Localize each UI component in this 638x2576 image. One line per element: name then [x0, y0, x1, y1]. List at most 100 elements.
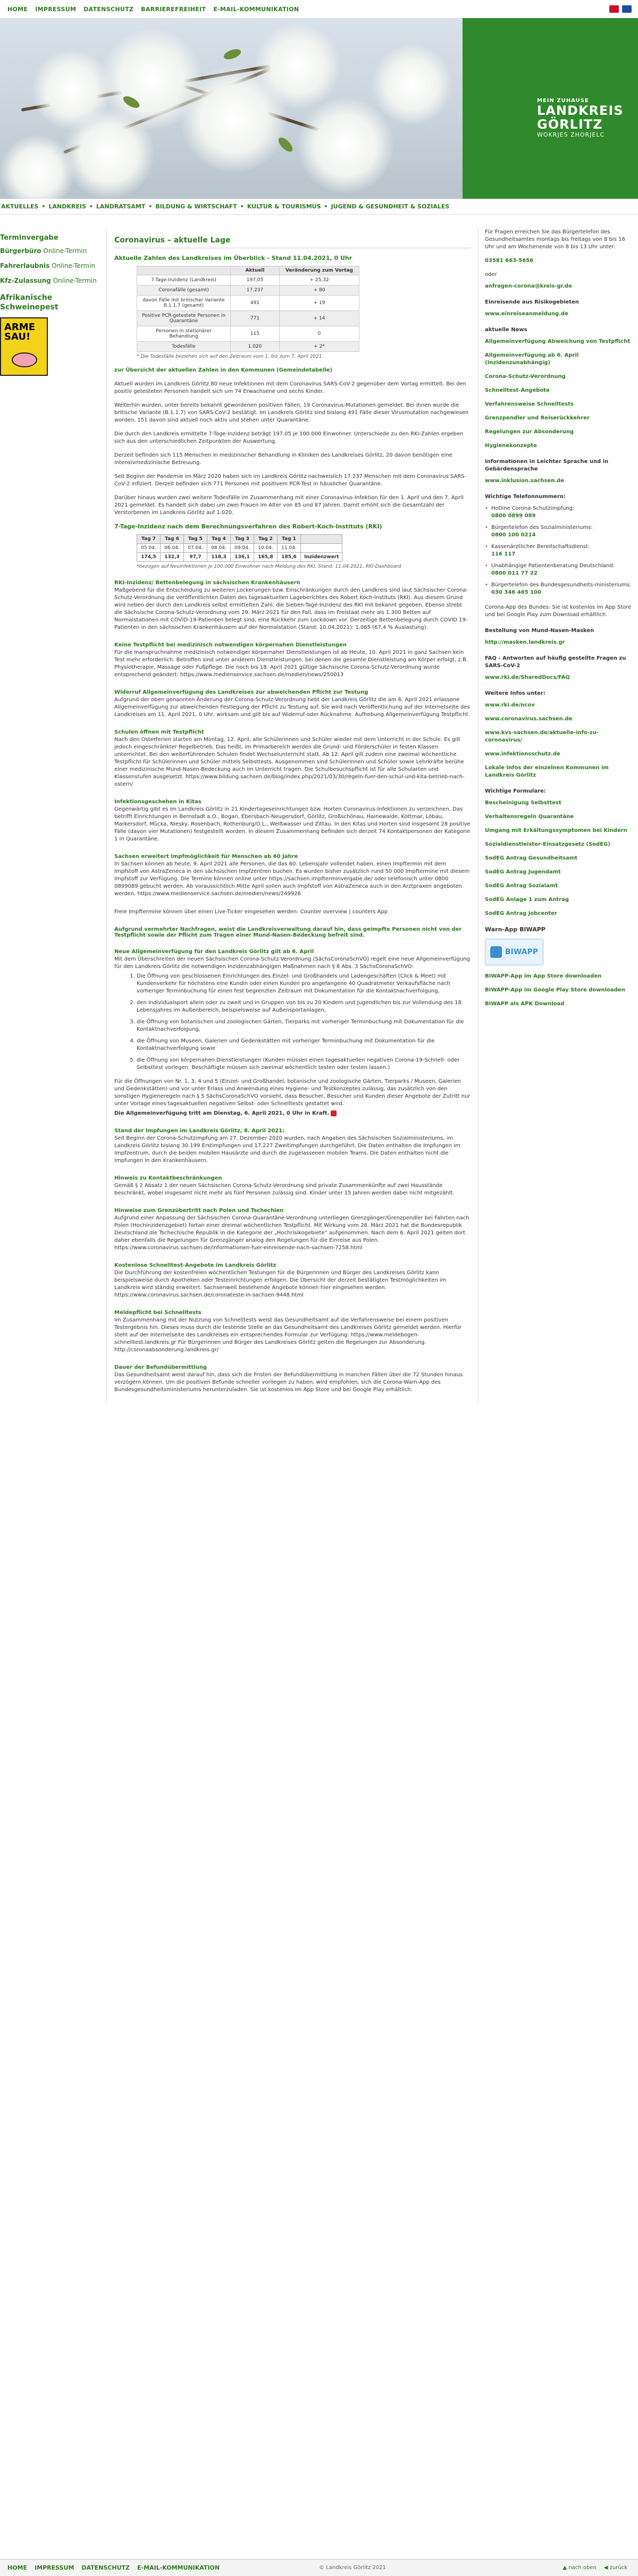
flag-icon[interactable]	[622, 5, 632, 13]
up-link[interactable]: ▲ nach oben	[563, 2565, 596, 2571]
email-link[interactable]: anfragen-corona@kreis-gr.de	[485, 283, 634, 290]
list-item: Die Öffnung von geschlossenen Einrichtun…	[137, 973, 471, 995]
footer-datenschutz[interactable]: DATENSCHUTZ	[81, 2564, 130, 2571]
hotline-intro: Für Fragen erreichen Sie das Bürgertelef…	[485, 229, 625, 250]
biwapp-link[interactable]: BIWAPP als APK Download	[485, 1000, 634, 1008]
buergerbuero-link[interactable]: Bürgerbüro Online-Termin	[0, 247, 106, 255]
or-text: oder	[485, 272, 497, 277]
table-row: Coronafälle (gesamt) 17.237 + 80	[137, 285, 359, 296]
catnav-landkreis[interactable]: LANDKREIS	[48, 203, 86, 210]
arme-sau-banner[interactable]: ARME SAU!	[0, 317, 48, 376]
logo-line3: GÖRLITZ	[537, 117, 603, 132]
phone-link[interactable]: 03581 663-5656	[485, 257, 634, 265]
paragraph: Weiterhin wurden, unter bereits bekannt …	[114, 402, 469, 423]
section: Stand der Impfungen im Landkreis Görlitz…	[114, 1128, 460, 1164]
paragraph: Darüber hinaus wurden zwei weitere Todes…	[114, 495, 464, 516]
section: Sachsen erweitert Impfmöglichkeit für Me…	[114, 854, 470, 897]
list-item: den Individualsport allein oder zu zweit…	[137, 999, 471, 1014]
overview-link[interactable]: zur Übersicht der aktuellen Zahlen in de…	[114, 367, 332, 373]
hotlines-title: Wichtige Telefonnummern:	[485, 494, 566, 500]
news-link[interactable]: Allgemeinverfügung ab 6. April (Inzidenz…	[485, 352, 634, 367]
form-link[interactable]: Verhaltensregeln Quarantäne	[485, 813, 634, 821]
site-logo[interactable]: MEIN ZUHAUSE LANDKREIS GÖRLITZ WOKRJES Z…	[537, 98, 624, 138]
form-link[interactable]: SodEG Antrag Gesundheitsamt	[485, 855, 634, 862]
travel-link[interactable]: www.einreiseanmeldung.de	[485, 310, 634, 318]
table-row: 174,5 132,3 97,7 118,3 136,1 165,8 185,6 Inzide…	[137, 552, 343, 562]
catnav-aktuelles[interactable]: AKTUELLES	[1, 203, 38, 210]
biwapp-label: BIWAPP	[505, 948, 539, 956]
arme-sau-text: ARME SAU!	[4, 322, 35, 342]
topnav-datenschutz[interactable]: DATENSCHUTZ	[83, 6, 133, 13]
section: Aufgrund vermehrter Nachfragen, weist di…	[114, 927, 462, 938]
form-link[interactable]: Sozialdienstleister-Einsatzgesetz (SodEG…	[485, 841, 634, 848]
kfz-link[interactable]: Kfz-Zulassung Online-Termin	[0, 277, 106, 284]
back-link[interactable]: ◀ zurück	[604, 2565, 627, 2571]
blossom-graphic	[372, 45, 452, 124]
list-item: die Öffnung von Museen, Galerien und Ged…	[137, 1038, 471, 1053]
form-link[interactable]: SodEG Anlage 1 zum Antrag	[485, 896, 634, 904]
topnav-email[interactable]: E-MAIL-KOMMUNIKATION	[213, 6, 299, 13]
footer-impressum[interactable]: IMPRESSUM	[35, 2564, 74, 2571]
schweinepest-title[interactable]: Afrikanische Schweinepest	[0, 293, 106, 312]
catnav-jugend[interactable]: JUGEND & GESUNDHEIT & SOZIALES	[331, 203, 450, 210]
section: Dauer der Befundübermittlung Das Gesundhe…	[114, 1365, 463, 1393]
language-icons	[609, 5, 632, 13]
simple-lang-link[interactable]: www.inklusion.sachsen.de	[485, 477, 634, 485]
faq-link[interactable]: www.rki.de/SharedDocs/FAQ	[485, 674, 634, 681]
topnav-home[interactable]: HOME	[7, 6, 28, 13]
more-link[interactable]: www.infektionsschutz.de	[485, 751, 634, 758]
topnav-barrierefreiheit[interactable]: BARRIEREFREIHEIT	[141, 6, 206, 13]
news-link[interactable]: Allgemeinverfügung Abweichung von Testpf…	[485, 338, 634, 346]
list-item: Unabhängige Patientenberatung Deutschlan…	[485, 562, 634, 577]
list-item: Bürgertelefon des Sozialministeriums:080…	[485, 524, 634, 539]
form-link[interactable]: SodEG Antrag Sozialamt	[485, 882, 634, 890]
category-navigation: AKTUELLES • LANDKREIS • LANDRATSAMT • BILDU…	[0, 199, 638, 215]
news-link[interactable]: Hygienekonzepte	[485, 442, 634, 450]
biwapp-logo[interactable]: BIWAPP	[485, 939, 543, 965]
fahrerlaubnis-link[interactable]: Fahrerlaubnis Online-Termin	[0, 262, 106, 270]
table-row: Todesfälle 1.020 + 2*	[137, 341, 359, 352]
mask-link[interactable]: http://masken.landkreis.gr	[485, 639, 634, 646]
footer-home[interactable]: HOME	[7, 2564, 27, 2571]
catnav-bildung[interactable]: BILDUNG & WIRTSCHAFT	[155, 203, 237, 210]
footer-email[interactable]: E-MAIL-KOMMUNIKATION	[137, 2564, 220, 2571]
pdf-icon[interactable]	[331, 1110, 337, 1116]
statistics-table: Aktuell Veränderung zum Vortag 7-Tage-In…	[137, 266, 359, 352]
leaf-graphic	[222, 47, 242, 62]
topnav-impressum[interactable]: IMPRESSUM	[35, 6, 76, 13]
form-link[interactable]: SodEG Antrag Jobcenter	[485, 910, 634, 917]
list-item: Hotline Corona-Schutzimpfung:0800 0899 0…	[485, 505, 634, 520]
catnav-landratsamt[interactable]: LANDRATSAMT	[96, 203, 145, 210]
news-link[interactable]: Verfahrensweise Schnelltests	[485, 401, 634, 408]
biwapp-link[interactable]: BIWAPP-App im App Store downloaden	[485, 973, 634, 980]
blossom-graphic	[64, 108, 154, 199]
faq-title: FAQ - Antworten auf häufig gestellte Fra…	[485, 655, 626, 669]
more-link[interactable]: www.coronavirus.sachsen.de	[485, 715, 634, 723]
rules-title: Neue Allgemeinverfügung für den Landkrei…	[114, 949, 314, 955]
catnav-kultur[interactable]: KULTUR & TOURISMUS	[247, 203, 321, 210]
rki-title: 7-Tage-Inzidenz nach dem Berechnungsverf…	[114, 523, 382, 530]
arrow-up-icon: ▲	[563, 2565, 567, 2571]
logo-line2: LANDKREIS	[537, 103, 624, 118]
news-link[interactable]: Regelungen zur Absonderung	[485, 428, 634, 436]
hero-banner: MEIN ZUHAUSE LANDKREIS GÖRLITZ WOKRJES Z…	[0, 18, 638, 199]
table-row: 7-Tage-Inzidenz (Landkreis) 197,05 + 25,32	[137, 275, 359, 285]
form-link[interactable]: Bescheinigung Selbsttest	[485, 799, 634, 807]
form-link[interactable]: Umgang mit Erkältungssymptomen bei Kinde…	[485, 827, 634, 835]
flag-icon[interactable]	[609, 5, 619, 13]
list-item: Bürgertelefon des Bundesgesundheits-mini…	[485, 582, 634, 596]
news-link[interactable]: Grenzpendler und Reiserückkehrer	[485, 415, 634, 422]
section: Kostenlose Schnelltest-Angebote im Landk…	[114, 1262, 447, 1298]
more-link[interactable]: Lokale Infos der einzelnen Kommunen im L…	[485, 764, 634, 779]
main-content: Coronavirus – aktuelle Lage Aktuelle Zah…	[106, 229, 478, 1403]
section: Hinweis zu Kontaktbeschränkungen Gemäß § …	[114, 1175, 455, 1196]
warn-app-title: Warn-App BIWAPP	[485, 926, 545, 933]
rules-list: Die Öffnung von geschlossenen Einrichtun…	[137, 973, 471, 1072]
form-link[interactable]: SodEG Antrag Jugendamt	[485, 869, 634, 876]
more-link[interactable]: www.rki.de/ncov	[485, 702, 634, 709]
news-link[interactable]: Corona-Schutz-Verordnung	[485, 373, 634, 381]
news-link[interactable]: Schnelltest-Angebote	[485, 387, 634, 394]
paragraph: Derzeit befinden sich 115 Menschen in me…	[114, 452, 452, 466]
biwapp-link[interactable]: BIWAPP-App im Google Play Store download…	[485, 987, 634, 994]
more-link[interactable]: www.kvs-sachsen.de/aktuelle-info-zu-coro…	[485, 729, 634, 744]
